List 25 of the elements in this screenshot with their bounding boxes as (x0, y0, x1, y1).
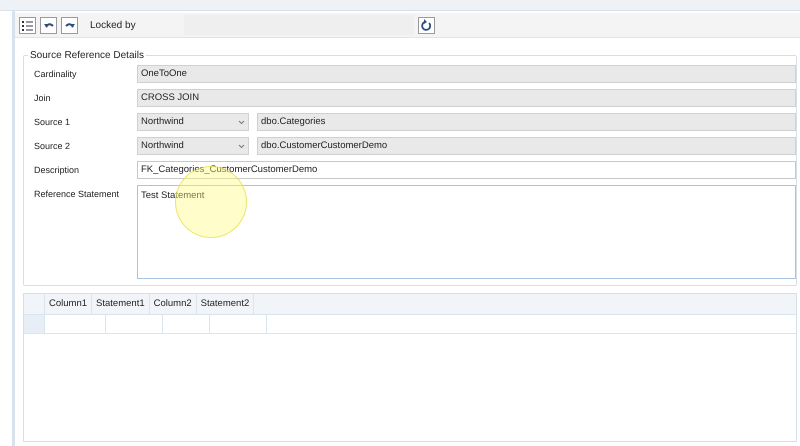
readonly-field[interactable]: CROSS JOIN (137, 89, 796, 107)
table-field[interactable]: dbo.Categories (257, 113, 796, 131)
database-dropdown[interactable]: Northwind (137, 113, 249, 131)
list-icon[interactable] (19, 16, 36, 34)
field-label: Cardinality (34, 68, 78, 81)
column-header[interactable]: Statement2 (196, 294, 254, 314)
redo-icon[interactable] (61, 16, 78, 34)
database-dropdown[interactable]: Northwind (137, 137, 249, 155)
chevron-down-icon (238, 120, 245, 124)
field-label: Reference Statement (34, 188, 120, 201)
column-header[interactable]: Statement1 (92, 294, 150, 314)
statement-textarea[interactable]: Test Statement (137, 185, 796, 279)
field-label: Join (34, 92, 52, 105)
field-label: Source 1 (34, 116, 72, 129)
field-label: Source 2 (34, 140, 72, 153)
column-header[interactable]: Column1 (45, 294, 92, 314)
column-header[interactable]: Column2 (150, 294, 197, 314)
field-label: Description (34, 164, 80, 177)
group-title: Source Reference Details (29, 50, 145, 61)
locked-by-label: Locked by (90, 20, 137, 30)
table-field[interactable]: dbo.CustomerCustomerDemo (257, 137, 796, 155)
undo-icon[interactable] (40, 16, 57, 34)
chevron-down-icon (238, 144, 245, 148)
refresh-icon[interactable] (418, 16, 435, 34)
readonly-field[interactable]: OneToOne (137, 65, 796, 83)
